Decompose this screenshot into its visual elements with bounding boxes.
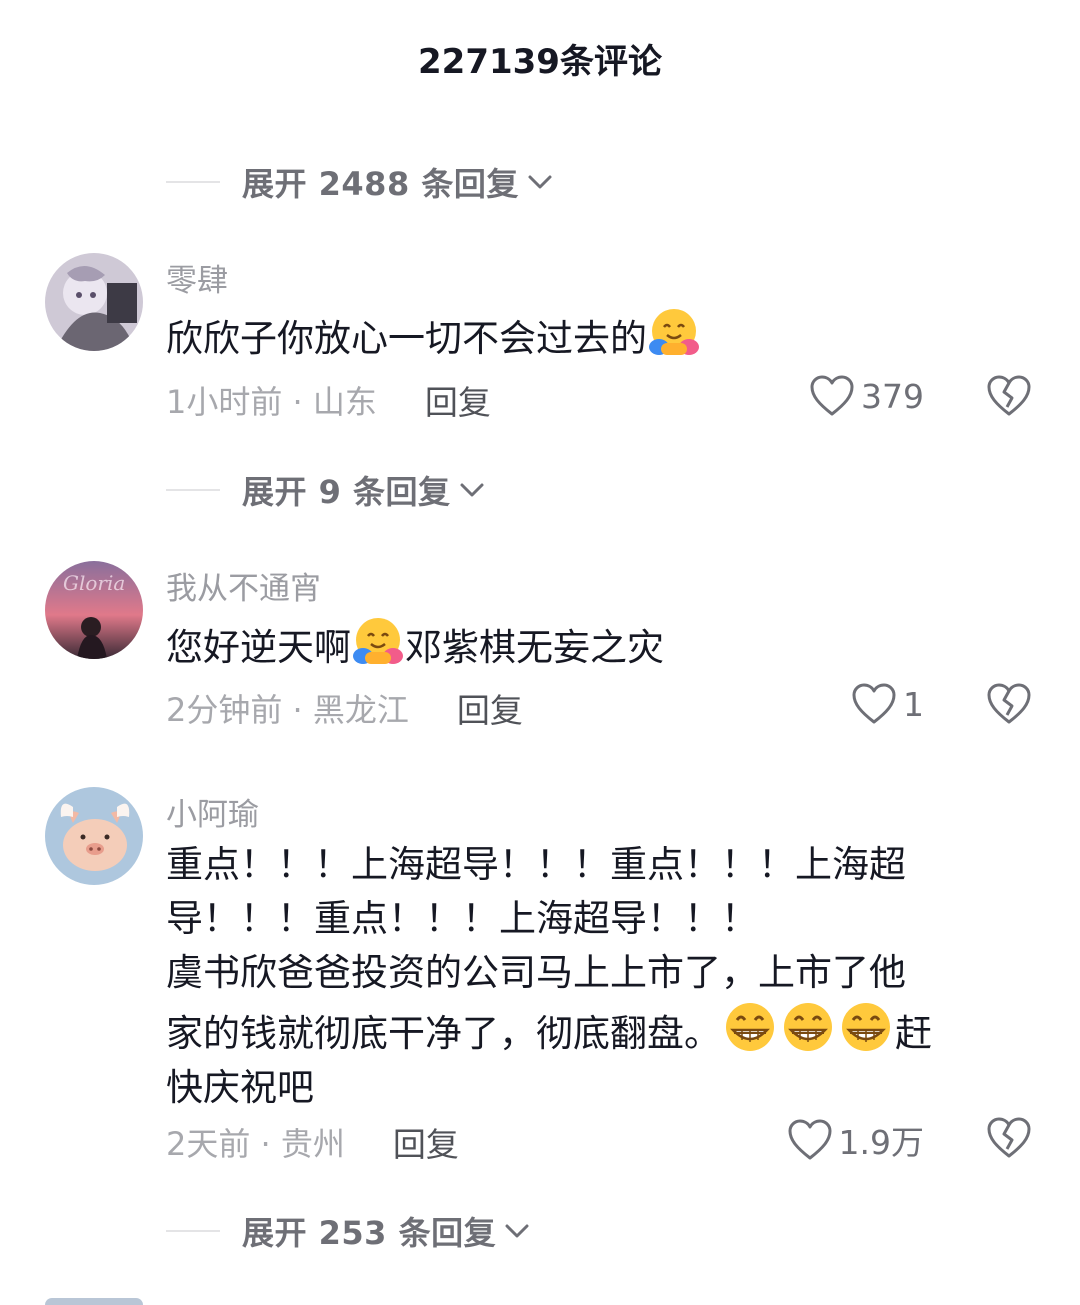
broken-heart-icon	[987, 1117, 1031, 1158]
like-count: 379	[861, 376, 924, 416]
comment-line: 导！！！重点！！！上海超导！！！	[166, 897, 758, 940]
like-button[interactable]: 1	[851, 682, 924, 726]
comment-line: 虞书欣爸爸投资的公司马上上市了，上市了他	[166, 951, 906, 994]
expand-replies-label: 展开 2488 条回复	[242, 165, 519, 203]
chevron-down-icon	[505, 1224, 529, 1238]
comment-line: 重点！！！上海超导！！！重点！！！上海超	[166, 843, 906, 886]
comment-text: 欣欣子你放心一切不会过去的	[166, 305, 1026, 366]
comment-line: 家的钱就彻底干净了，彻底翻盘。 赶	[166, 1000, 1026, 1061]
grinning-face-icon	[842, 1003, 890, 1051]
like-button[interactable]: 1.9万	[787, 1116, 924, 1164]
dislike-button[interactable]	[986, 682, 1032, 730]
comment-time-location: 1小时前 · 山东	[166, 383, 377, 421]
dislike-button[interactable]	[986, 374, 1032, 422]
avatar[interactable]: Gloria	[45, 561, 143, 659]
comment-line: 快庆祝吧	[166, 1066, 314, 1109]
like-count: 1.9万	[838, 1123, 924, 1162]
dislike-button[interactable]	[986, 1116, 1032, 1164]
comment-body: 家的钱就彻底干净了，彻底翻盘。	[166, 1012, 721, 1055]
comment-text: 重点！！！上海超导！！！重点！！！上海超 导！！！重点！！！上海超导！！！ 虞书…	[166, 838, 1026, 1115]
broken-heart-icon	[987, 375, 1031, 416]
comment-text: 您好逆天啊 邓紫棋无妄之灾	[166, 614, 1026, 675]
heart-icon	[852, 683, 896, 724]
comment-meta: 1小时前 · 山东 回复	[166, 376, 491, 424]
expand-replies-2[interactable]: 展开 9 条回复	[166, 465, 487, 515]
avatar[interactable]	[45, 1298, 143, 1305]
avatar[interactable]	[45, 253, 143, 351]
comment-body-continued: 赶	[895, 1012, 932, 1055]
comment-username[interactable]: 小阿瑜	[166, 789, 259, 834]
hugging-face-icon	[353, 618, 403, 664]
expand-replies-3[interactable]: 展开 253 条回复	[166, 1206, 532, 1256]
expand-replies-label: 展开 253 条回复	[242, 1214, 497, 1252]
comment-time-location: 2天前 · 贵州	[166, 1125, 345, 1163]
comment-meta: 2天前 · 贵州 回复	[166, 1118, 459, 1166]
grinning-face-icon	[726, 1003, 774, 1051]
comment-body: 您好逆天啊	[166, 626, 351, 669]
avatar-watermark: Gloria	[63, 571, 126, 595]
heart-icon	[788, 1119, 832, 1160]
reply-button[interactable]: 回复	[393, 1118, 459, 1166]
broken-heart-icon	[987, 683, 1031, 724]
comment-username[interactable]: 零肆	[166, 255, 228, 300]
avatar[interactable]	[45, 787, 143, 885]
divider-line	[166, 1230, 220, 1232]
reply-button[interactable]: 回复	[457, 684, 523, 732]
reply-button[interactable]: 回复	[425, 376, 491, 424]
heart-icon	[810, 375, 854, 416]
comment-body-continued: 邓紫棋无妄之灾	[405, 626, 664, 669]
chevron-down-icon	[460, 483, 484, 497]
comment-username[interactable]: 我从不通宵	[166, 563, 321, 608]
avatar-image	[45, 253, 143, 351]
comment-count-title: 227139条评论	[418, 42, 662, 82]
expand-replies-label: 展开 9 条回复	[242, 473, 451, 511]
expand-replies-1[interactable]: 展开 2488 条回复	[166, 157, 555, 207]
chevron-down-icon	[528, 175, 552, 189]
like-count: 1	[903, 684, 924, 724]
hugging-face-icon	[649, 309, 699, 355]
divider-line	[166, 489, 220, 491]
comment-meta: 2分钟前 · 黑龙江 回复	[166, 684, 523, 732]
avatar-image	[45, 787, 143, 885]
grinning-face-icon	[784, 1003, 832, 1051]
comment-time-location: 2分钟前 · 黑龙江	[166, 691, 409, 729]
comment-body: 欣欣子你放心一切不会过去的	[166, 317, 647, 360]
like-button[interactable]: 379	[809, 374, 924, 418]
divider-line	[166, 181, 220, 183]
